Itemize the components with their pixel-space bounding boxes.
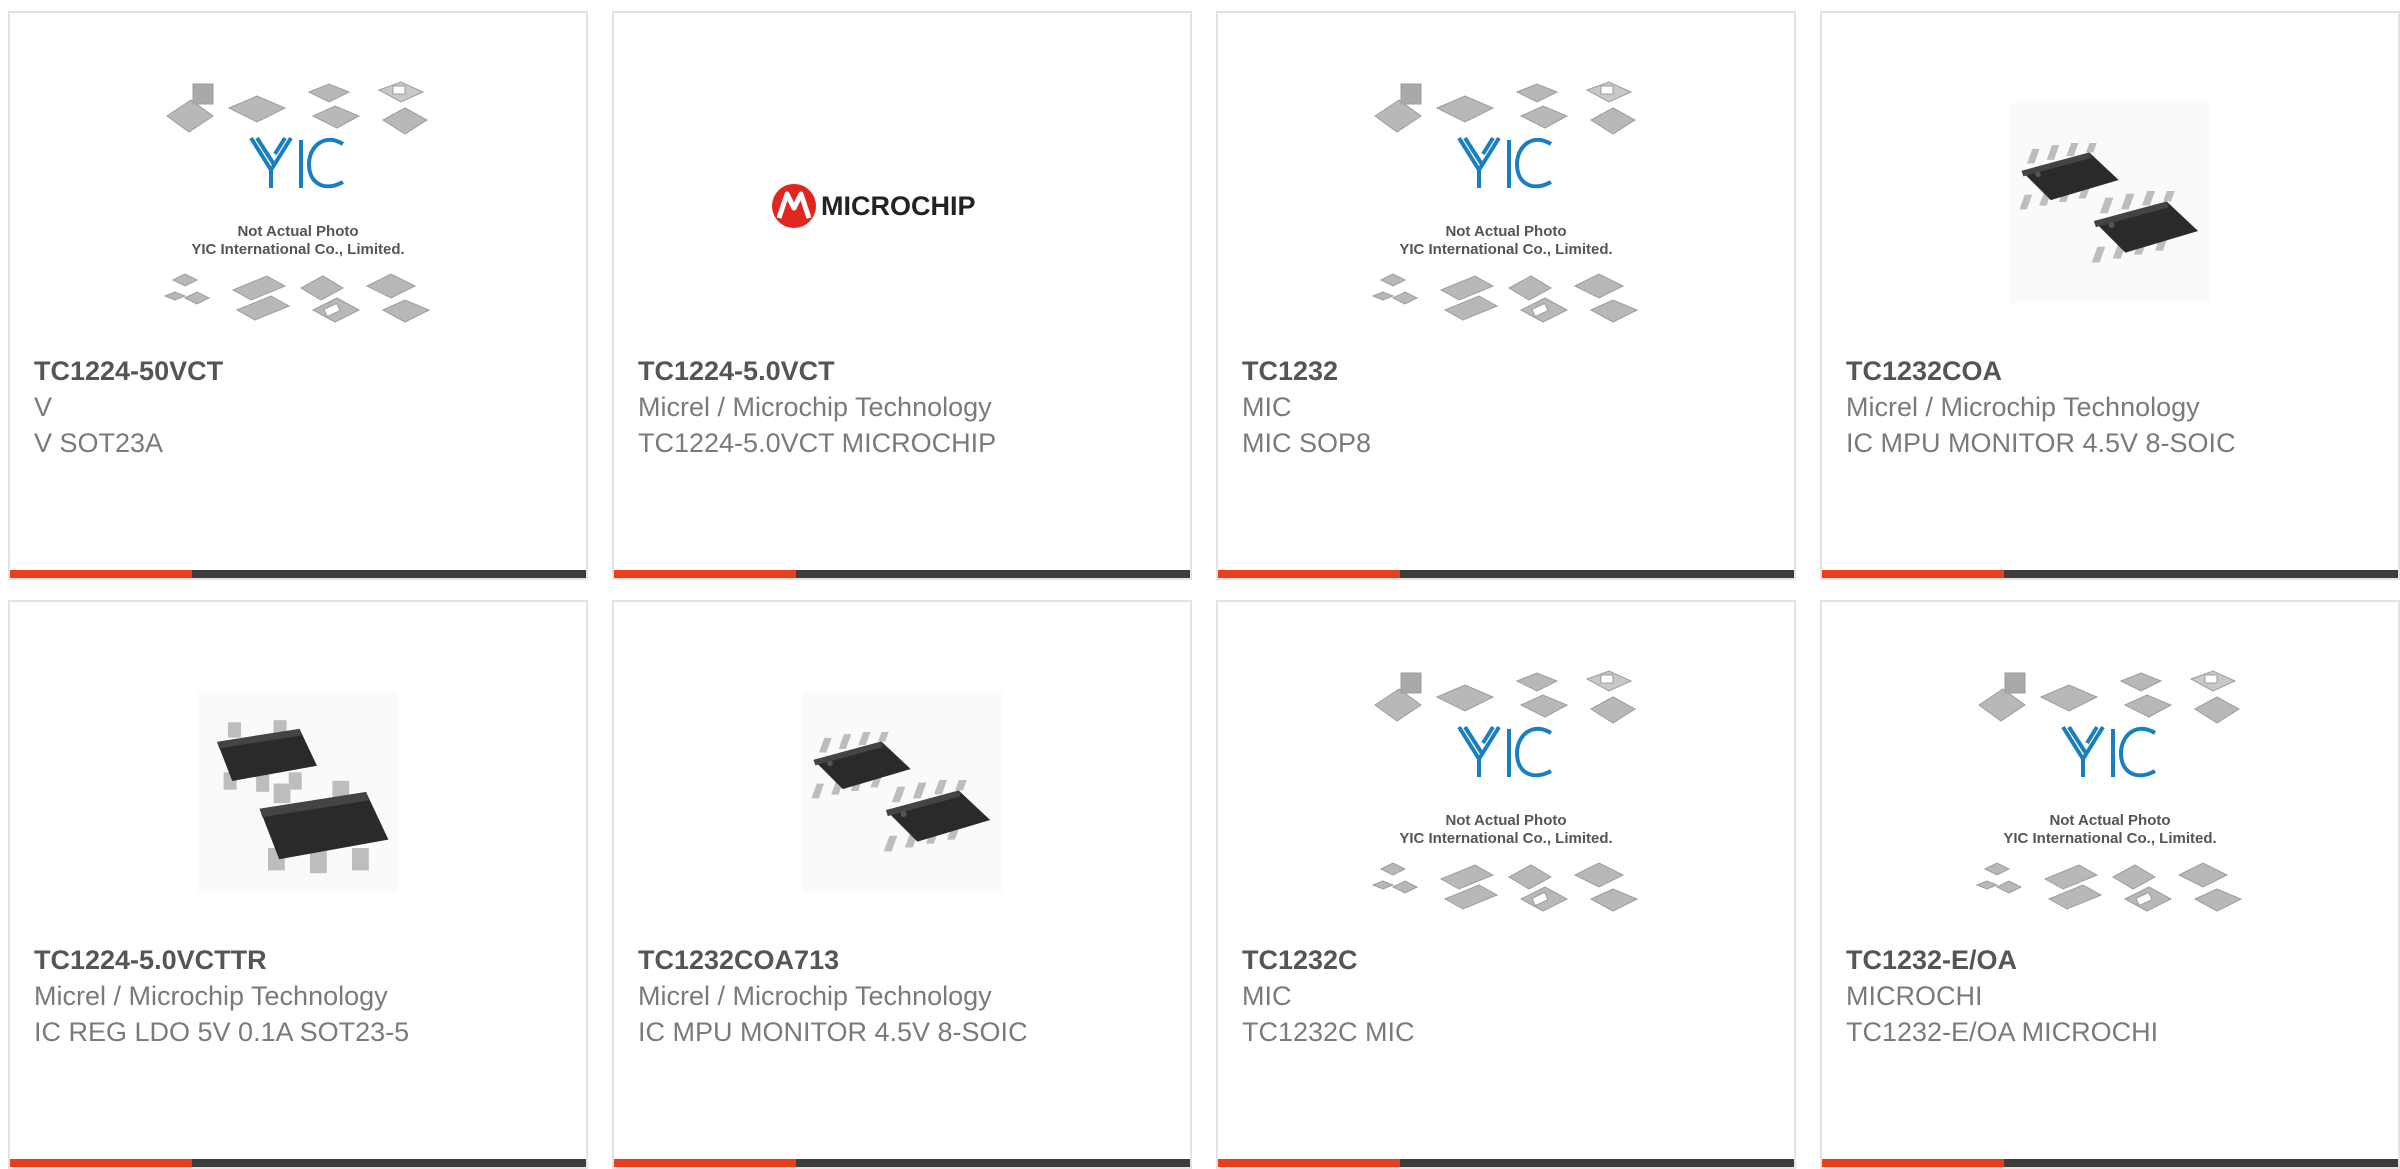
description: TC1232C MIC [1242, 1017, 1415, 1047]
soic-chip-icon [2010, 103, 2210, 303]
manufacturer: MIC [1242, 981, 1292, 1011]
product-image[interactable]: Not Actual Photo YIC International Co., … [1218, 642, 1794, 942]
yic-logo-icon [249, 136, 345, 189]
product-image[interactable]: Not Actual Photo YIC International Co., … [1822, 642, 2398, 942]
manufacturer: V [34, 392, 53, 422]
soic-chip-icon [802, 692, 1002, 892]
part-number[interactable]: TC1224-5.0VCTTR [34, 942, 566, 978]
sot23-chip-icon [198, 692, 398, 892]
product-image[interactable] [1822, 53, 2398, 353]
card-bottom-bar [1822, 1159, 2398, 1167]
svg-text:Not Actual Photo: Not Actual Photo [1445, 812, 1566, 829]
description: TC1224-5.0VCT MICROCHIP [638, 428, 997, 458]
description: IC MPU MONITOR 4.5V 8-SOIC [638, 1017, 1028, 1047]
product-card[interactable]: Not Actual Photo YIC International Co., … [8, 11, 588, 580]
manufacturer: MICROCHI [1846, 981, 1983, 1011]
product-card[interactable]: Not Actual Photo YIC International Co., … [1820, 600, 2400, 1169]
description: IC MPU MONITOR 4.5V 8-SOIC [1846, 428, 2236, 458]
card-accent [10, 570, 192, 578]
product-grid: Not Actual Photo YIC International Co., … [8, 11, 2400, 1169]
card-accent [1218, 570, 1400, 578]
svg-text:YIC International Co., Limited: YIC International Co., Limited. [2003, 830, 2216, 847]
svg-text:Not Actual Photo: Not Actual Photo [2049, 812, 2170, 829]
card-accent [10, 1159, 192, 1167]
product-card[interactable]: TC1232COA Micrel / Microchip Technology … [1820, 11, 2400, 580]
card-accent [614, 570, 796, 578]
card-accent [1822, 570, 2004, 578]
description: IC REG LDO 5V 0.1A SOT23-5 [34, 1017, 410, 1047]
product-card[interactable]: TC1224-5.0VCTTR Micrel / Microchip Techn… [8, 600, 588, 1169]
product-image[interactable] [10, 642, 586, 942]
card-accent [614, 1159, 796, 1167]
svg-text:Not Actual Photo: Not Actual Photo [237, 223, 358, 240]
part-number[interactable]: TC1224-50VCT [34, 353, 566, 389]
yic-logo-icon [2061, 725, 2157, 778]
svg-text:YIC International Co., Limited: YIC International Co., Limited. [1399, 830, 1612, 847]
description: MIC SOP8 [1242, 428, 1372, 458]
card-bottom-bar [10, 1159, 586, 1167]
product-card[interactable]: TC1232COA713 Micrel / Microchip Technolo… [612, 600, 1192, 1169]
not-actual-photo-placeholder-icon: Not Actual Photo YIC International Co., … [1372, 81, 1638, 323]
product-image[interactable]: MICROCHIP [614, 53, 1190, 353]
manufacturer: Micrel / Microchip Technology [34, 981, 388, 1011]
svg-text:YIC International Co., Limited: YIC International Co., Limited. [191, 241, 404, 258]
product-image[interactable] [614, 642, 1190, 942]
product-card[interactable]: Not Actual Photo YIC International Co., … [1216, 11, 1796, 580]
svg-text:YIC International Co., Limited: YIC International Co., Limited. [1399, 241, 1612, 258]
manufacturer: Micrel / Microchip Technology [638, 981, 992, 1011]
card-bottom-bar [1822, 570, 2398, 578]
product-image[interactable]: Not Actual Photo YIC International Co., … [1218, 53, 1794, 353]
card-bottom-bar [614, 1159, 1190, 1167]
not-actual-photo-placeholder-icon: Not Actual Photo YIC International Co., … [164, 81, 430, 323]
description: V SOT23A [34, 428, 164, 458]
not-actual-photo-placeholder-icon: Not Actual Photo YIC International Co., … [1372, 670, 1638, 912]
part-number[interactable]: TC1232-E/OA [1846, 942, 2378, 978]
microchip-logo-icon: MICROCHIP [772, 184, 976, 228]
card-bottom-bar [10, 570, 586, 578]
description: TC1232-E/OA MICROCHI [1846, 1017, 2159, 1047]
product-image[interactable]: Not Actual Photo YIC International Co., … [10, 53, 586, 353]
svg-text:MICROCHIP: MICROCHIP [821, 191, 976, 221]
product-card[interactable]: MICROCHIP TC1224-5.0VCT Micrel / Microch… [612, 11, 1192, 580]
svg-text:Not Actual Photo: Not Actual Photo [1445, 223, 1566, 240]
manufacturer: MIC [1242, 392, 1292, 422]
yic-logo-icon [1457, 136, 1553, 189]
manufacturer: Micrel / Microchip Technology [1846, 392, 2200, 422]
card-bottom-bar [1218, 570, 1794, 578]
part-number[interactable]: TC1232C [1242, 942, 1774, 978]
yic-logo-icon [1457, 725, 1553, 778]
card-accent [1218, 1159, 1400, 1167]
product-card[interactable]: Not Actual Photo YIC International Co., … [1216, 600, 1796, 1169]
card-bottom-bar [1218, 1159, 1794, 1167]
part-number[interactable]: TC1224-5.0VCT [638, 353, 1170, 389]
manufacturer: Micrel / Microchip Technology [638, 392, 992, 422]
card-accent [1822, 1159, 2004, 1167]
not-actual-photo-placeholder-icon: Not Actual Photo YIC International Co., … [1976, 670, 2242, 912]
part-number[interactable]: TC1232COA713 [638, 942, 1170, 978]
part-number[interactable]: TC1232COA [1846, 353, 2378, 389]
part-number[interactable]: TC1232 [1242, 353, 1774, 389]
card-bottom-bar [614, 570, 1190, 578]
